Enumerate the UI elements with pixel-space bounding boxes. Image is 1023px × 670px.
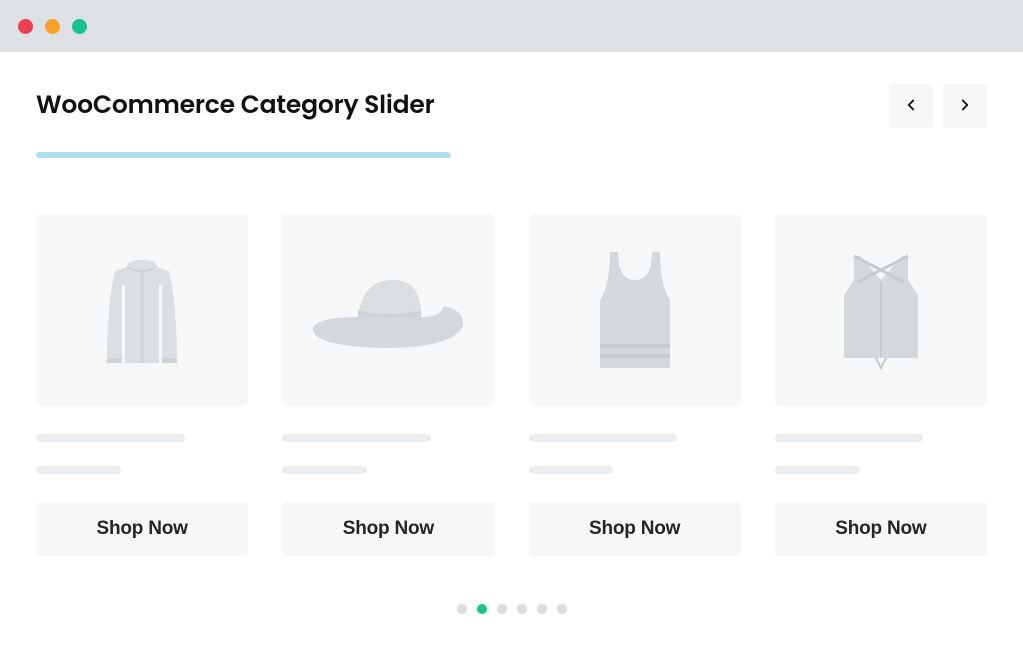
shop-now-button[interactable]: Shop Now	[282, 502, 494, 556]
skeleton-line	[775, 434, 924, 442]
page-title: WooCommerce Category Slider	[36, 86, 451, 124]
tanktop-icon	[580, 240, 690, 380]
category-image[interactable]	[282, 214, 494, 406]
skeleton-line	[282, 434, 431, 442]
pagination-dot[interactable]	[517, 604, 527, 614]
card-list: Shop Now Shop Now	[36, 214, 987, 556]
skeleton-line	[529, 466, 614, 474]
window-close-icon[interactable]	[18, 19, 33, 34]
app-window: WooCommerce Category Slider	[0, 0, 1023, 670]
skeleton-line	[775, 466, 860, 474]
chevron-left-icon	[902, 96, 920, 117]
chevron-right-icon	[956, 96, 974, 117]
title-block: WooCommerce Category Slider	[36, 84, 451, 158]
shop-now-button[interactable]: Shop Now	[529, 502, 741, 556]
croptop-icon	[826, 240, 936, 380]
pagination-dot[interactable]	[557, 604, 567, 614]
category-card: Shop Now	[36, 214, 248, 556]
category-card: Shop Now	[775, 214, 987, 556]
slider-nav	[889, 84, 987, 128]
category-card: Shop Now	[282, 214, 494, 556]
pagination-dot[interactable]	[537, 604, 547, 614]
skeleton-line	[282, 466, 367, 474]
title-underline	[36, 152, 451, 158]
shop-now-button[interactable]: Shop Now	[36, 502, 248, 556]
shop-now-button[interactable]: Shop Now	[775, 502, 987, 556]
next-button[interactable]	[943, 84, 987, 128]
category-image[interactable]	[36, 214, 248, 406]
skeleton-line	[529, 434, 678, 442]
window-maximize-icon[interactable]	[72, 19, 87, 34]
jacket-icon	[77, 245, 207, 375]
skeleton-line	[36, 434, 185, 442]
skeleton-line	[36, 466, 121, 474]
pagination-dot[interactable]	[477, 604, 487, 614]
category-image[interactable]	[529, 214, 741, 406]
category-image[interactable]	[775, 214, 987, 406]
pagination-dot[interactable]	[457, 604, 467, 614]
pagination-dots	[36, 604, 987, 614]
hat-icon	[303, 250, 473, 370]
category-card: Shop Now	[529, 214, 741, 556]
pagination-dot[interactable]	[497, 604, 507, 614]
prev-button[interactable]	[889, 84, 933, 128]
header-row: WooCommerce Category Slider	[36, 84, 987, 158]
content-area: WooCommerce Category Slider	[0, 52, 1023, 634]
titlebar	[0, 0, 1023, 52]
window-minimize-icon[interactable]	[45, 19, 60, 34]
